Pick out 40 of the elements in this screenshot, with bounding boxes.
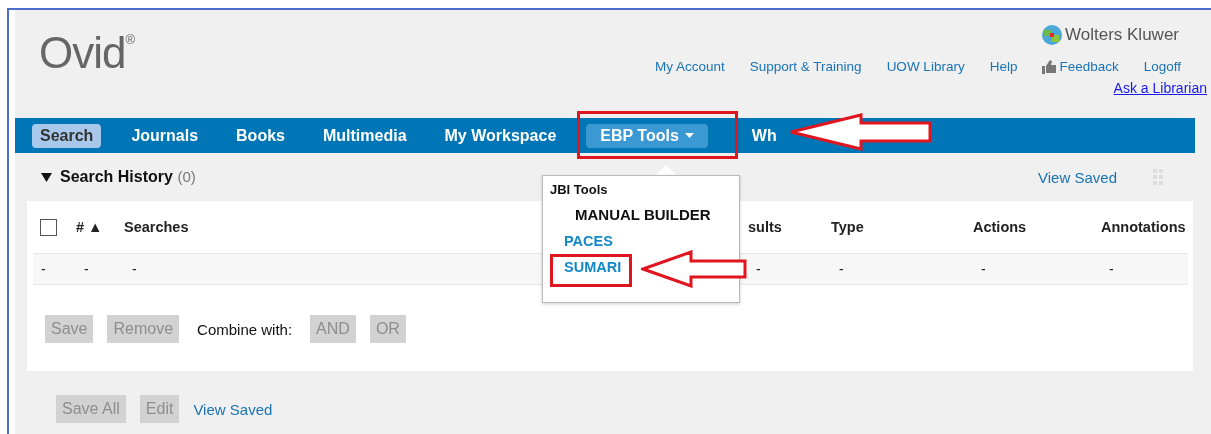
column-header: Annotations: [1101, 219, 1186, 235]
header-link[interactable]: My Account: [655, 59, 725, 74]
table-cell-text: -: [980, 261, 986, 277]
view-saved-link[interactable]: View Saved: [193, 400, 273, 418]
table-cell-text: -: [1108, 261, 1114, 277]
column-header: Type: [831, 219, 864, 235]
menu-heading: JBI Tools: [550, 182, 608, 197]
nav-tab[interactable]: Books: [228, 123, 293, 148]
thumbs-up-icon: [1042, 59, 1058, 74]
header-link[interactable]: Feedback: [1042, 59, 1119, 74]
view-saved-link[interactable]: View Saved: [1038, 168, 1117, 186]
table-cell-text: -: [131, 261, 137, 277]
table-cell-text: -: [838, 261, 844, 277]
table-cell-text: -: [40, 261, 46, 277]
nav-tab[interactable]: Wh: [743, 123, 785, 148]
nav-tab[interactable]: Search: [32, 123, 102, 148]
nav-tab[interactable]: Journals: [123, 123, 207, 148]
column-header: # ▲: [76, 219, 103, 235]
nav-tab[interactable]: EBP Tools: [586, 123, 708, 148]
column-header: Searches: [124, 219, 189, 235]
ask-librarian-link[interactable]: Ask a Librarian: [1113, 80, 1207, 96]
column-header: sults: [748, 219, 782, 235]
nav-tab[interactable]: Multimedia: [314, 123, 415, 148]
header-link[interactable]: Support & Training: [749, 59, 862, 74]
section-title: Search History (0): [60, 168, 196, 186]
globe-logo-icon: [1041, 24, 1063, 46]
column-header: Actions: [973, 219, 1027, 235]
table-cell-text: -: [755, 261, 761, 277]
collapse-triangle-icon[interactable]: [41, 172, 52, 182]
nav-tab[interactable]: My Workspace: [436, 123, 565, 148]
menu-item[interactable]: PACES: [564, 233, 613, 249]
table-cell-text: -: [83, 261, 89, 277]
header-link[interactable]: UOW Library: [886, 59, 965, 74]
menu-item[interactable]: MANUAL BUILDER: [575, 206, 711, 223]
ovid-logo: Ovid$^{®}$: [39, 28, 135, 79]
header-link[interactable]: Help: [989, 59, 1018, 74]
combine-label: Combine with:: [197, 320, 293, 338]
select-all-checkbox[interactable]: [40, 218, 57, 236]
header-link[interactable]: Logoff: [1143, 59, 1181, 74]
brand-name: Wolters Kluwer: [1065, 25, 1179, 45]
